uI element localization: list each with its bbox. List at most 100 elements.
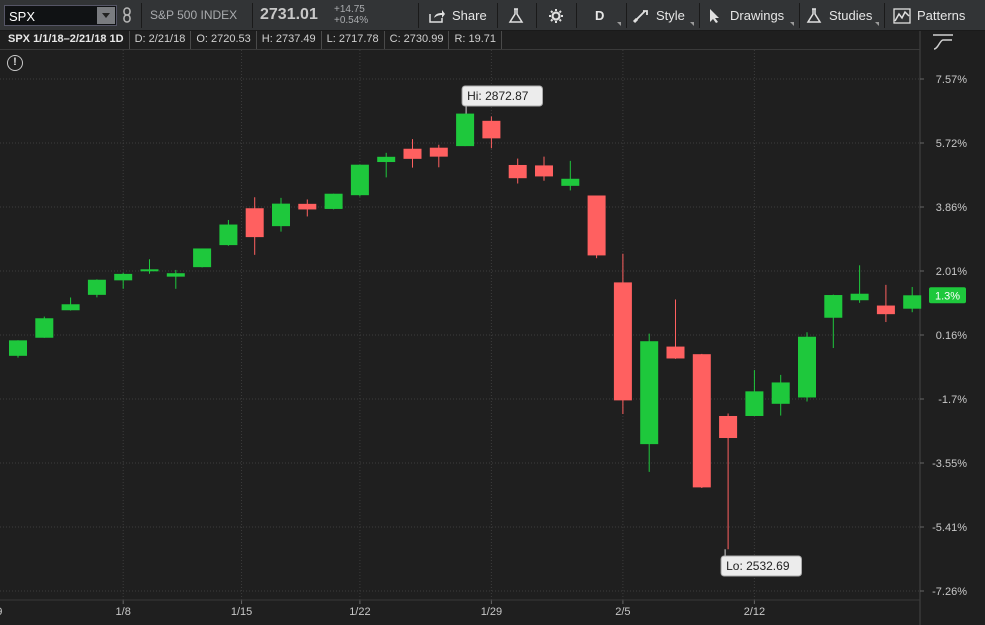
toolbar-divider <box>799 3 800 28</box>
chevron-down-icon <box>617 22 621 26</box>
cursor-arrow-icon <box>710 8 719 23</box>
ohlc-date: D: 2/21/18 <box>130 31 192 49</box>
y-tick-label: 5.72% <box>936 138 967 150</box>
chart-title: SPX 1/1/18–2/21/18 1D <box>3 31 130 49</box>
flask-icon <box>806 7 822 23</box>
toolbar-divider <box>576 3 577 28</box>
y-tick-label: -7.26% <box>932 586 967 598</box>
x-tick-label: 1/15 <box>231 606 252 618</box>
percent-change: +0.54% <box>334 15 369 26</box>
y-tick-label: -1.7% <box>938 394 967 406</box>
candle-body <box>640 341 659 445</box>
candle-body <box>824 295 843 318</box>
x-tick-label: 1/29 <box>481 606 502 618</box>
settings-button[interactable] <box>547 0 565 31</box>
candle-body <box>482 120 501 139</box>
y-tick-label: -3.55% <box>932 458 967 470</box>
last-price: 2731.01 <box>260 6 318 23</box>
expand-chart-icon[interactable] <box>932 32 954 50</box>
candle-body <box>298 203 317 210</box>
candle-body <box>903 295 922 309</box>
candle-body <box>456 113 475 147</box>
symbol-selector[interactable] <box>4 5 117 26</box>
candle-body <box>850 293 869 301</box>
price-axis[interactable]: 7.57% 5.72% 3.86% 2.01% 0.16% -1.7% -3.55% -5.4… <box>920 74 967 598</box>
ohlc-close: C: 2730.99 <box>385 31 450 49</box>
candle-body <box>561 178 580 186</box>
flask-button[interactable] <box>507 0 525 31</box>
share-icon <box>429 9 445 23</box>
candle-body <box>719 415 738 439</box>
toolbar-divider <box>626 3 627 28</box>
last-price-badge-text: 1.3% <box>935 290 960 302</box>
studies-button[interactable]: Studies <box>805 0 881 31</box>
candle-body <box>771 382 790 404</box>
y-tick-label: 3.86% <box>936 202 967 214</box>
candle-body <box>324 193 343 209</box>
style-label: Style <box>656 8 685 23</box>
style-button[interactable]: Style <box>632 0 696 31</box>
y-tick-label: 2.01% <box>936 266 967 278</box>
net-change: +14.75 <box>334 4 365 15</box>
candle-body <box>272 203 290 227</box>
candle-body <box>350 164 369 196</box>
candle-body <box>35 318 54 338</box>
y-tick-label: -5.41% <box>932 522 967 534</box>
candle-body <box>876 305 895 315</box>
infobar-divider <box>0 49 920 50</box>
toolbar-divider <box>141 3 142 28</box>
toolbar-divider <box>699 3 700 28</box>
patterns-icon <box>893 7 911 24</box>
lo-label-text: Lo: 2532.69 <box>726 559 790 573</box>
price-chart[interactable]: 7.57% 5.72% 3.86% 2.01% 0.16% -1.7% -3.55% -5.4… <box>0 0 985 625</box>
toolbar-divider <box>252 3 253 28</box>
x-tick-label: 2/12 <box>744 606 765 618</box>
hi-label-text: Hi: 2872.87 <box>467 89 529 103</box>
candle-body <box>403 148 422 159</box>
candle-body <box>666 346 685 359</box>
candle-body <box>166 273 185 277</box>
toolbar-divider <box>418 3 419 28</box>
x-tick-label: 1/22 <box>349 606 370 618</box>
patterns-label: Patterns <box>917 8 966 23</box>
chevron-down-icon <box>790 22 794 26</box>
aggregation-button[interactable]: D <box>587 0 623 31</box>
candle-body <box>114 273 133 281</box>
candle-body <box>613 282 632 401</box>
candle-body <box>745 391 764 416</box>
aggregation-label: D <box>595 8 605 23</box>
candle-body <box>245 208 264 238</box>
candle-body <box>219 224 238 246</box>
chart-toolbar: S&P 500 INDEX 2731.01 +14.75 +0.54% Shar… <box>0 0 985 31</box>
candle-body <box>692 354 711 488</box>
candle-body <box>87 279 106 295</box>
toolbar-divider <box>497 3 498 28</box>
candle-body <box>140 269 159 272</box>
candle-body <box>377 156 396 163</box>
patterns-button[interactable]: Patterns <box>893 0 965 31</box>
share-label: Share <box>452 8 487 23</box>
y-tick-label: 0.16% <box>936 330 967 342</box>
candle-body <box>429 147 448 157</box>
alert-icon[interactable]: ! <box>7 55 23 71</box>
candle-body <box>508 164 527 179</box>
x-tick-label: 1/8 <box>116 606 131 618</box>
flask-icon <box>508 7 524 23</box>
y-tick-label: 7.57% <box>936 74 967 86</box>
link-icon[interactable] <box>121 7 133 23</box>
ohlc-infobar: SPX 1/1/18–2/21/18 1D D: 2/21/18 O: 2720… <box>3 31 503 49</box>
studies-label: Studies <box>829 8 873 23</box>
chevron-down-icon <box>690 22 694 26</box>
share-button[interactable]: Share <box>428 0 487 31</box>
drawings-button[interactable]: Drawings <box>706 0 796 31</box>
candle-body <box>587 195 606 256</box>
x-tick-label: 2/5 <box>615 606 630 618</box>
candle-body <box>535 165 553 177</box>
ohlc-range: R: 19.71 <box>449 31 503 49</box>
toolbar-divider <box>536 3 537 28</box>
symbol-dropdown-button[interactable] <box>97 7 115 24</box>
toolbar-divider <box>884 3 885 28</box>
style-icon <box>632 9 648 23</box>
drawings-label: Drawings <box>730 8 785 23</box>
symbol-input[interactable] <box>9 8 91 24</box>
